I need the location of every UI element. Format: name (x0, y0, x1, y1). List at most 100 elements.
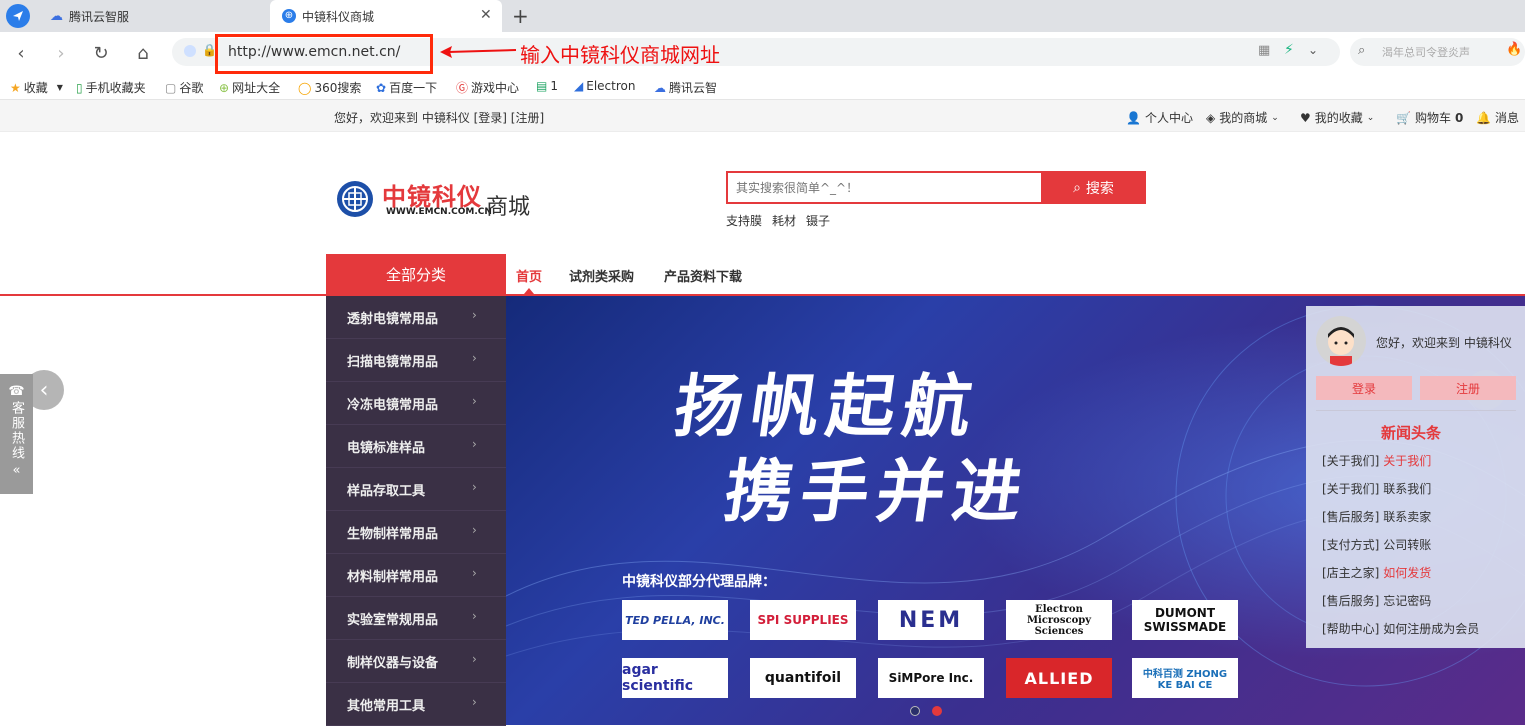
category-menu: 透射电镜常用品 › 扫描电镜常用品 › 冷冻电镜常用品 › 电镜标准样品 › 样品存取工… (326, 296, 506, 726)
brands-title: 中镜科仪部分代理品牌： (622, 574, 776, 590)
messages-link[interactable]: 🔔 消息 (1476, 109, 1519, 126)
right-search-box[interactable]: ⌕ 渴年总司令登炎声 🔥 (1350, 38, 1525, 66)
chevron-right-icon: › (472, 394, 477, 408)
caret-down-icon: ▼ (56, 83, 63, 92)
avatar (1316, 316, 1366, 366)
brand-logo[interactable]: 中科百测 ZHONG KE BAI CE (1132, 658, 1238, 698)
brand-logo[interactable]: SiMPore Inc. (878, 658, 984, 698)
search-icon: ⌕ (1073, 179, 1081, 196)
link-label: 我的收藏 (1314, 111, 1363, 125)
category-label: 样品存取工具 (347, 483, 426, 499)
hot-word[interactable]: 支持膜 (726, 212, 762, 229)
panel-register-button[interactable]: 注册 (1420, 376, 1516, 400)
carousel-dot-active[interactable] (932, 706, 942, 716)
category-item[interactable]: 扫描电镜常用品 › (326, 339, 506, 382)
category-item[interactable]: 材料制样常用品 › (326, 554, 506, 597)
news-item[interactable]: [售后服务] 忘记密码 (1322, 592, 1431, 609)
user-icon: 👤 (1126, 110, 1141, 125)
all-categories-button[interactable]: 全部分类 (326, 254, 506, 294)
link-label: 购物车 (1414, 111, 1451, 125)
news-item[interactable]: [帮助中心] 如何注册成为会员 (1322, 620, 1479, 637)
hot-word[interactable]: 耗材 (772, 212, 796, 229)
chevron-down-icon: ⌄ (1271, 112, 1279, 123)
chevron-down-icon[interactable]: ⌄ (1308, 43, 1318, 57)
close-icon[interactable]: ✕ (480, 7, 492, 23)
search-input[interactable] (726, 171, 1042, 204)
category-item[interactable]: 其他常用工具 › (326, 683, 506, 726)
brand-name: SPI SUPPLIES (757, 613, 849, 627)
brand-logo[interactable]: DUMONT SWISSMADE (1132, 600, 1238, 640)
news-item[interactable]: [店主之家] 如何发货 (1322, 564, 1431, 581)
my-mall-link[interactable]: ◈ 我的商城 ⌄ (1206, 109, 1279, 126)
bookmark-item[interactable]: ✿ 百度一下 (376, 79, 437, 96)
hot-word[interactable]: 镊子 (806, 212, 830, 229)
personal-center-link[interactable]: 👤 个人中心 (1126, 109, 1193, 126)
brand-logo[interactable]: NEM (878, 600, 984, 640)
qr-icon[interactable]: ▦ (1258, 43, 1270, 58)
category-item[interactable]: 实验室常规用品 › (326, 597, 506, 640)
home-button[interactable]: ⌂ (130, 40, 156, 66)
category-item[interactable]: 生物制样常用品 › (326, 511, 506, 554)
bookmark-label: 手机收藏夹 (85, 81, 146, 95)
brand-logo[interactable]: TED PELLA, INC. (622, 600, 728, 640)
news-title-link: 关于我们 (1383, 454, 1432, 468)
news-item[interactable]: [关于我们] 关于我们 (1322, 452, 1431, 469)
right-search-placeholder: 渴年总司令登炎声 (1382, 46, 1470, 59)
category-item[interactable]: 透射电镜常用品 › (326, 296, 506, 339)
bookmark-item[interactable]: ⊕ 网址大全 (219, 79, 280, 96)
reload-button[interactable]: ↻ (88, 40, 114, 66)
bookmark-item[interactable]: ▢ 谷歌 (165, 79, 203, 96)
page-icon: ▢ (165, 80, 177, 95)
nav-reagent[interactable]: 试剂类采购 (569, 266, 634, 285)
back-button[interactable]: ‹ (8, 40, 34, 66)
news-item[interactable]: [售后服务] 联系卖家 (1322, 508, 1431, 525)
nav-home[interactable]: 首页 (516, 266, 542, 285)
bookmark-item[interactable]: ▤ 1 (536, 79, 558, 93)
cloud-icon: ☁ (654, 80, 666, 95)
chevron-right-icon: › (472, 480, 477, 494)
category-item[interactable]: 制样仪器与设备 › (326, 640, 506, 683)
brand-logo[interactable]: SPI SUPPLIES (750, 600, 856, 640)
brand-logo[interactable]: quantifoil (750, 658, 856, 698)
nav-downloads[interactable]: 产品资料下载 (664, 266, 742, 285)
bookmark-item[interactable]: Ⓖ 游戏中心 (456, 79, 519, 96)
welcome-text[interactable]: 您好，欢迎来到 中镜科仪 [登录] [注册] (334, 109, 544, 126)
brand-logo[interactable]: ALLIED (1006, 658, 1112, 698)
browser-logo-icon[interactable] (6, 4, 30, 28)
carousel-dot[interactable] (910, 706, 920, 716)
news-item[interactable]: [支付方式] 公司转账 (1322, 536, 1431, 553)
browser-toolbar: ‹ › ↻ ⌂ 🔒 ▦ ⚡ ⌄ http://www.emcn.net.cn/ … (0, 32, 1525, 74)
cart-link[interactable]: 🛒 购物车 0 (1396, 109, 1463, 126)
tab-tencent[interactable]: ☁ 腾讯云智服 (44, 0, 268, 32)
globe-icon: ⊕ (282, 9, 296, 23)
brand-logo[interactable]: Electron Microscopy Sciences (1006, 600, 1112, 640)
news-title-link: 联系卖家 (1383, 510, 1432, 524)
customer-hotline-tab[interactable]: ☎ 客服热线 « (0, 374, 33, 494)
my-favorites-link[interactable]: ♥ 我的收藏 ⌄ (1300, 109, 1374, 126)
category-label: 其他常用工具 (347, 698, 426, 714)
bolt-icon[interactable]: ⚡ (1284, 42, 1294, 58)
bookmark-item[interactable]: ☁ 腾讯云智 (654, 79, 717, 96)
forward-button[interactable]: › (48, 40, 74, 66)
tab-emcn[interactable]: ⊕ 中镜科仪商城 ✕ (270, 0, 502, 32)
category-item[interactable]: 电镜标准样品 › (326, 425, 506, 468)
bookmark-item[interactable]: ◯ 360搜索 (298, 79, 361, 96)
brand-logo[interactable]: agar scientific (622, 658, 728, 698)
category-item[interactable]: 样品存取工具 › (326, 468, 506, 511)
chevron-right-icon: › (472, 308, 477, 322)
logo-globe-icon (337, 181, 373, 217)
address-url[interactable]: http://www.emcn.net.cn/ (228, 44, 400, 60)
search-icon: ⌕ (1358, 43, 1366, 58)
cloud-icon: ☁ (50, 8, 63, 24)
bookmark-item[interactable]: ▯ 手机收藏夹 (76, 79, 146, 96)
bookmark-item[interactable]: ◢ Electron (574, 79, 635, 93)
bookmark-item[interactable]: ★ 收藏 ▼ (10, 79, 63, 96)
bookmark-label: 收藏 (23, 81, 48, 95)
new-tab-button[interactable]: + (512, 4, 529, 28)
news-item[interactable]: [关于我们] 联系我们 (1322, 480, 1431, 497)
site-logo[interactable]: 中镜科仪 WWW.EMCN.COM.CN 商城 (336, 178, 546, 222)
panel-login-button[interactable]: 登录 (1316, 376, 1412, 400)
category-item[interactable]: 冷冻电镜常用品 › (326, 382, 506, 425)
search-button[interactable]: ⌕ 搜索 (1041, 171, 1146, 204)
news-tag: [售后服务] (1322, 510, 1380, 524)
